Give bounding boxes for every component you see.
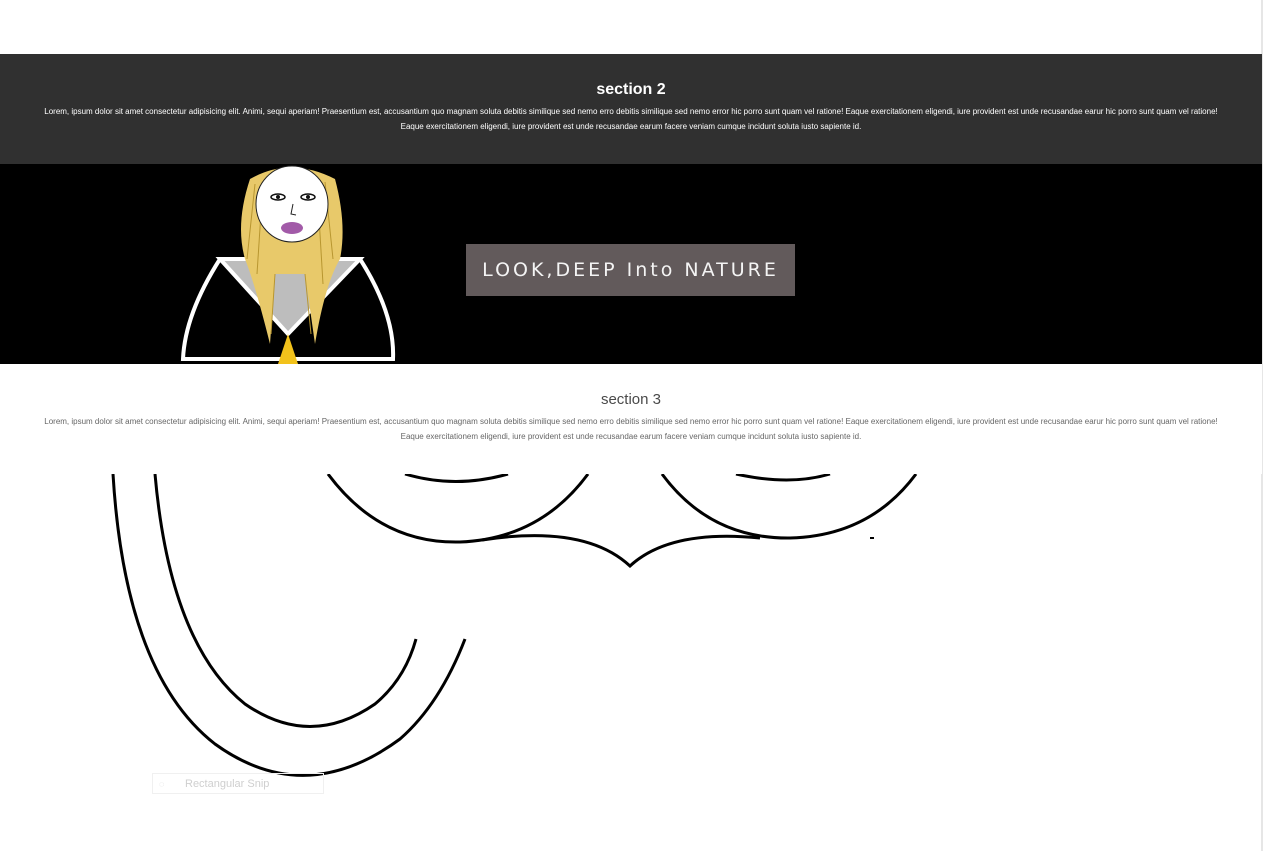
section-2: section 2 Lorem, ipsum dolor sit amet co…: [0, 54, 1262, 164]
rectangular-snip-button[interactable]: ◌ Rectangular Snip: [152, 773, 324, 794]
portrait-drawing: [180, 165, 396, 364]
section-3: section 3 Lorem, ipsum dolor sit amet co…: [0, 364, 1262, 474]
snip-label: Rectangular Snip: [185, 778, 270, 790]
banner: LOOK,DEEP Into NATURE: [0, 164, 1262, 364]
section-3-title: section 3: [600, 391, 662, 408]
section-3-body: Lorem, ipsum dolor sit amet consectetur …: [44, 417, 1218, 441]
section-2-body: Lorem, ipsum dolor sit amet consectetur …: [44, 107, 1218, 131]
section-2-title: section 2: [596, 81, 666, 98]
banner-heading: LOOK,DEEP Into NATURE: [466, 244, 795, 296]
snip-icon: ◌: [159, 779, 165, 789]
